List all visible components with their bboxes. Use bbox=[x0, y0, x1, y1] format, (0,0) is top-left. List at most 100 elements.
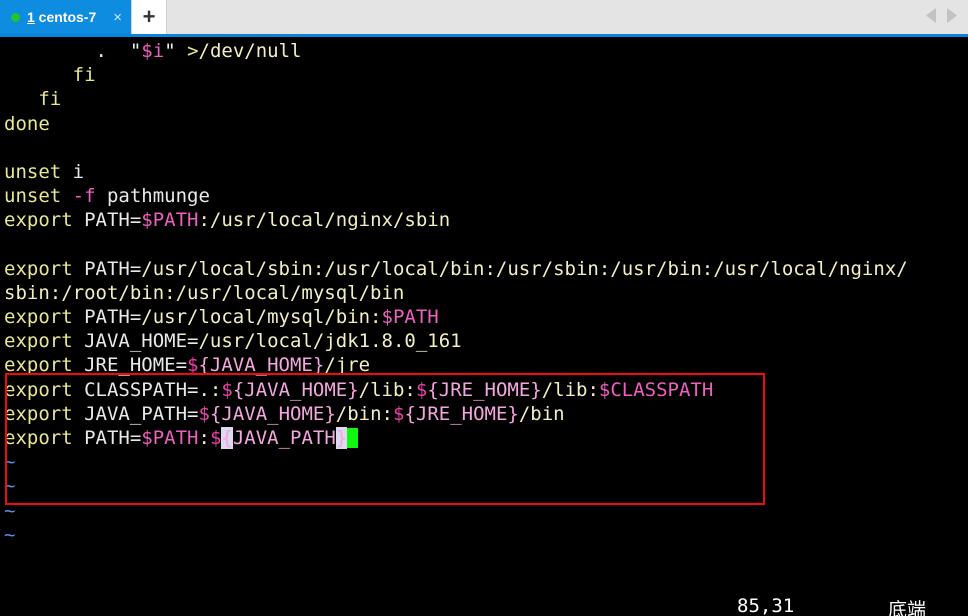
terminal-line: ~ bbox=[4, 523, 908, 547]
terminal-text: $ bbox=[415, 378, 428, 401]
terminal-text: export bbox=[4, 402, 73, 425]
terminal-text: i bbox=[61, 160, 85, 183]
terminal-text: : bbox=[198, 427, 210, 449]
terminal-text: pathmunge bbox=[95, 185, 210, 208]
terminal-text: $i bbox=[141, 40, 165, 62]
tab-label: centos-7 bbox=[34, 9, 97, 25]
terminal-line: . "$i" >/dev/null bbox=[4, 39, 908, 63]
terminal-text: ~ bbox=[4, 475, 16, 498]
terminal-line: unset -f pathmunge bbox=[4, 184, 908, 208]
terminal-text: unset bbox=[4, 185, 62, 208]
terminal-text: $ bbox=[221, 378, 233, 401]
terminal-text: PATH= bbox=[72, 427, 142, 449]
text-cursor bbox=[347, 428, 359, 448]
connection-status-dot bbox=[11, 12, 20, 22]
chevron-left-icon[interactable] bbox=[926, 7, 937, 27]
terminal-text: export bbox=[4, 378, 73, 401]
terminal-text: /usr/local/jdk1.8.0_161 bbox=[198, 330, 462, 353]
terminal-text: :/usr/local/nginx/sbin bbox=[198, 209, 451, 232]
terminal-text: ~ bbox=[4, 451, 16, 474]
terminal-text: $PATH bbox=[141, 427, 199, 449]
terminal-text: {JRE_HOME} bbox=[427, 378, 542, 401]
close-icon[interactable]: × bbox=[113, 10, 122, 25]
terminal-text: {JAVA_HOME} bbox=[209, 402, 336, 425]
terminal-text: {JAVA_HOME} bbox=[232, 378, 359, 401]
terminal-text: $ bbox=[392, 402, 405, 425]
terminal-line: export PATH=$PATH:/usr/local/nginx/sbin bbox=[4, 208, 908, 232]
terminal-text: /usr/local/mysql/bin: bbox=[141, 306, 382, 329]
terminal-text: JAVA_HOME= bbox=[72, 330, 199, 353]
terminal-line: export CLASSPATH=.:${JAVA_HOME}/lib:${JR… bbox=[4, 378, 908, 402]
terminal-text: /usr/local/sbin:/usr/local/bin:/usr/sbin… bbox=[141, 257, 908, 280]
terminal-text: } bbox=[335, 427, 348, 449]
terminal-text: . bbox=[4, 40, 130, 62]
terminal-text: /lib: bbox=[541, 378, 599, 401]
terminal-text: done bbox=[4, 112, 50, 135]
terminal-text: {JAVA_HOME} bbox=[198, 354, 325, 377]
terminal-text: PATH= bbox=[72, 257, 142, 280]
terminal-text: JAVA_PATH bbox=[232, 427, 336, 449]
terminal-text: > bbox=[187, 40, 199, 62]
terminal-text: ~ bbox=[4, 499, 16, 522]
terminal-line: export PATH=$PATH:${JAVA_PATH} bbox=[4, 426, 908, 450]
tab-title: 1 centos-7 bbox=[27, 9, 96, 25]
terminal-text: /bin: bbox=[335, 402, 393, 425]
terminal-text: $CLASSPATH bbox=[598, 378, 714, 401]
terminal-text: export bbox=[4, 257, 73, 280]
terminal-text: $ bbox=[187, 354, 199, 377]
terminal-text: sbin:/root/bin:/usr/local/mysql/bin bbox=[4, 281, 405, 304]
tab-number: 1 bbox=[27, 9, 35, 25]
terminal-text: ~ bbox=[4, 523, 16, 546]
terminal-text: /dev/null bbox=[198, 40, 302, 62]
terminal-text: export bbox=[4, 330, 73, 353]
terminal-line: ~ bbox=[4, 450, 908, 474]
terminal-text: /lib: bbox=[358, 378, 416, 401]
terminal-text: export bbox=[4, 354, 73, 377]
terminal-text: export bbox=[4, 306, 73, 329]
terminal-text: PATH= bbox=[72, 306, 142, 329]
terminal-text: PATH= bbox=[72, 209, 142, 232]
terminal-line: export JAVA_PATH=${JAVA_HOME}/bin:${JRE_… bbox=[4, 402, 908, 426]
terminal-line: fi bbox=[4, 87, 908, 111]
tab-bar-spacer bbox=[167, 0, 926, 34]
terminal-screen[interactable]: . "$i" >/dev/null fi fi done unset i unset… bbox=[0, 37, 968, 616]
new-tab-button[interactable]: + bbox=[131, 0, 168, 34]
terminal-text: export bbox=[4, 209, 73, 232]
terminal-text: " bbox=[164, 40, 176, 62]
terminal-text: " bbox=[129, 40, 142, 62]
terminal-text: -f bbox=[72, 185, 96, 208]
terminal-text: {JRE_HOME} bbox=[404, 402, 519, 425]
terminal-text: JAVA_PATH= bbox=[72, 402, 199, 425]
terminal-text: fi bbox=[4, 64, 96, 87]
terminal-text: /jre bbox=[324, 354, 371, 377]
terminal-text: { bbox=[221, 427, 233, 449]
terminal-text: .: bbox=[198, 378, 222, 401]
terminal-text: JRE_HOME= bbox=[72, 354, 188, 377]
terminal-text: fi bbox=[4, 88, 62, 111]
terminal-text: /bin bbox=[518, 402, 565, 425]
terminal-line: export PATH=/usr/local/sbin:/usr/local/b… bbox=[4, 257, 908, 281]
terminal-line: fi bbox=[4, 63, 908, 87]
terminal-line: sbin:/root/bin:/usr/local/mysql/bin bbox=[4, 281, 908, 305]
terminal-line: ~ bbox=[4, 474, 908, 498]
terminal-text: $ bbox=[198, 402, 210, 425]
terminal-text: $ bbox=[209, 427, 222, 449]
terminal-text: $PATH bbox=[381, 306, 439, 329]
terminal-line: ~ bbox=[4, 499, 908, 523]
terminal-line: done bbox=[4, 112, 908, 136]
terminal-tab-centos-7[interactable]: 1 centos-7 × bbox=[0, 0, 132, 34]
terminal-line: export JAVA_HOME=/usr/local/jdk1.8.0_161 bbox=[4, 329, 908, 353]
terminal-text: unset bbox=[4, 160, 62, 183]
tab-bar: 1 centos-7 × + bbox=[0, 0, 968, 37]
terminal-text: $PATH bbox=[141, 209, 199, 232]
tab-nav-arrows bbox=[926, 0, 968, 34]
chevron-right-icon[interactable] bbox=[946, 7, 957, 27]
vim-buffer[interactable]: . "$i" >/dev/null fi fi done unset i unset… bbox=[0, 37, 908, 547]
terminal-line: export PATH=/usr/local/mysql/bin:$PATH bbox=[4, 305, 908, 329]
terminal-text: CLASSPATH= bbox=[72, 378, 199, 401]
terminal-text: export bbox=[4, 427, 73, 449]
